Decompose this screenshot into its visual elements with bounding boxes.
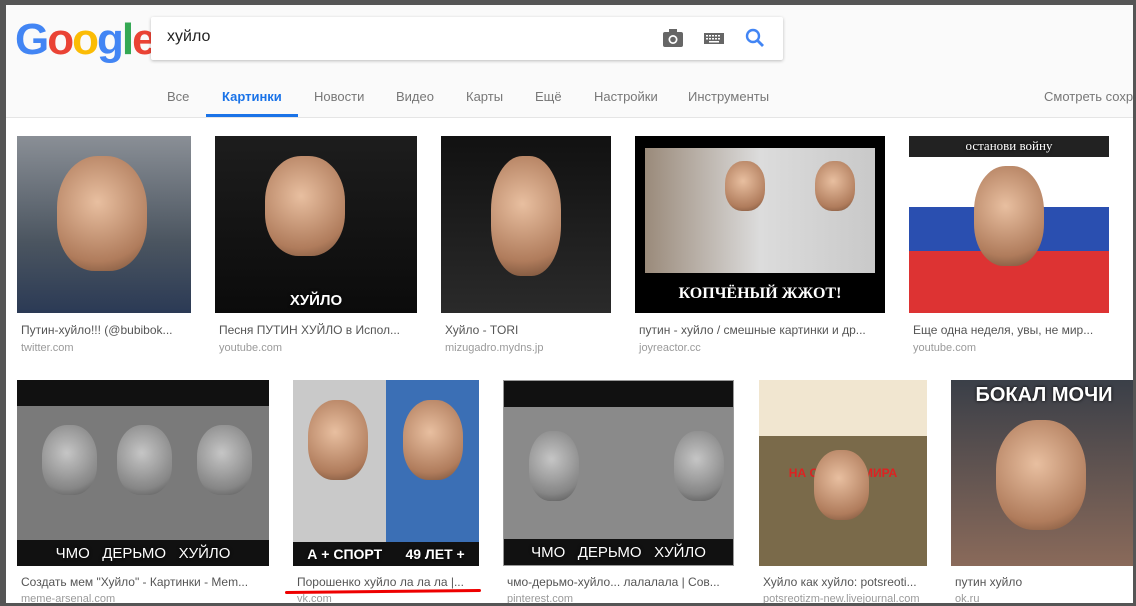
result-title[interactable]: Порошенко хуйло ла ла ла |... bbox=[297, 575, 479, 589]
result-thumbnail[interactable] bbox=[17, 136, 191, 313]
keyboard-icon[interactable] bbox=[702, 27, 726, 49]
result-source[interactable]: meme-arsenal.com bbox=[21, 593, 115, 603]
result-thumbnail[interactable] bbox=[441, 136, 611, 313]
tab-all[interactable]: Все bbox=[167, 89, 189, 104]
tab-news[interactable]: Новости bbox=[314, 89, 364, 104]
thumbnail-overlay-text bbox=[441, 305, 611, 313]
search-input[interactable] bbox=[167, 28, 647, 46]
logo-letter: G bbox=[15, 15, 49, 64]
logo-letter: o bbox=[47, 15, 74, 64]
thumbnail-overlay-text: ХУЙЛО bbox=[289, 292, 343, 309]
thumbnail-overlay-text: А + СПОРТ 49 ЛЕТ + bbox=[293, 542, 479, 566]
result-title[interactable]: Путин-хуйло!!! (@bubibok... bbox=[21, 323, 191, 337]
logo-letter: o bbox=[72, 15, 99, 64]
result-source[interactable]: potsreotizm-new.livejournal.com bbox=[763, 593, 920, 603]
saved-images-link[interactable]: Смотреть сохр bbox=[1044, 89, 1133, 104]
result-source[interactable]: twitter.com bbox=[21, 342, 74, 354]
result-thumbnail[interactable]: НА СТРАЖЕ МИРА bbox=[759, 380, 927, 566]
result-thumbnail[interactable]: ХУЙЛО bbox=[215, 136, 417, 313]
result-source[interactable]: joyreactor.cc bbox=[639, 342, 701, 354]
result-title[interactable]: Хуйло как хуйло: potsreoti... bbox=[763, 575, 927, 589]
tab-more[interactable]: Ещё bbox=[535, 89, 562, 104]
result-title[interactable]: Еще одна неделя, увы, не мир... bbox=[913, 323, 1109, 337]
search-tabs: Все Картинки Новости Видео Карты Ещё Нас… bbox=[6, 85, 1133, 118]
result-title[interactable]: Создать мем "Хуйло" - Картинки - Mem... bbox=[21, 575, 269, 589]
google-images-page: Google Все Картинки Новости Видео Карты … bbox=[6, 5, 1133, 603]
result-source[interactable]: youtube.com bbox=[219, 342, 282, 354]
result-title[interactable]: путин хуйло bbox=[955, 575, 1133, 589]
result-source[interactable]: vk.com bbox=[297, 593, 332, 603]
result-thumbnail[interactable]: БОКАЛ МОЧИ bbox=[951, 380, 1133, 566]
thumbnail-overlay-text: ЧМО ДЕРЬМО ХУЙЛО bbox=[55, 545, 231, 562]
thumbnail-overlay-text: БОКАЛ МОЧИ bbox=[975, 384, 1113, 406]
red-underline-annotation bbox=[284, 588, 482, 595]
logo-letter: l bbox=[121, 15, 134, 64]
result-thumbnail[interactable]: А + СПОРТ 49 ЛЕТ + bbox=[293, 380, 479, 566]
result-source[interactable]: youtube.com bbox=[913, 342, 976, 354]
tab-maps[interactable]: Карты bbox=[466, 89, 503, 104]
header: Google Все Картинки Новости Видео Карты … bbox=[6, 5, 1133, 118]
result-title[interactable]: Песня ПУТИН ХУЙЛО в Испол... bbox=[219, 323, 417, 337]
result-title[interactable]: путин - хуйло / смешные картинки и др... bbox=[639, 323, 885, 337]
search-box bbox=[151, 17, 783, 60]
result-source[interactable]: mizugadro.mydns.jp bbox=[445, 342, 543, 354]
search-icon[interactable] bbox=[743, 27, 767, 49]
tab-settings[interactable]: Настройки bbox=[594, 89, 658, 104]
thumbnail-overlay-text: ЧМО ДЕРЬМО ХУЙЛО bbox=[531, 544, 706, 561]
result-thumbnail[interactable]: КОПЧЁНЫЙ ЖЖОТ! bbox=[635, 136, 885, 313]
result-thumbnail[interactable]: ЧМО ДЕРЬМО ХУЙЛО bbox=[17, 380, 269, 566]
result-title[interactable]: чмо-дерьмо-хуйло... лалалала | Сов... bbox=[507, 575, 734, 589]
tab-video[interactable]: Видео bbox=[396, 89, 434, 104]
camera-icon[interactable] bbox=[661, 27, 685, 49]
tab-images[interactable]: Картинки bbox=[206, 89, 298, 117]
result-thumbnail[interactable]: ЧМО ДЕРЬМО ХУЙЛО bbox=[503, 380, 734, 566]
thumbnail-overlay-text: КОПЧЁНЫЙ ЖЖОТ! bbox=[678, 285, 842, 302]
thumbnail-overlay-text bbox=[17, 305, 191, 313]
logo-letter: g bbox=[97, 15, 124, 64]
thumbnail-overlay-text: останови войну bbox=[965, 138, 1053, 153]
tab-tools[interactable]: Инструменты bbox=[688, 89, 769, 104]
result-title[interactable]: Хуйло - TORI bbox=[445, 323, 611, 337]
google-logo[interactable]: Google bbox=[15, 15, 157, 65]
result-source[interactable]: ok.ru bbox=[955, 593, 979, 603]
result-thumbnail[interactable]: останови войну bbox=[909, 136, 1109, 313]
result-source[interactable]: pinterest.com bbox=[507, 593, 573, 603]
